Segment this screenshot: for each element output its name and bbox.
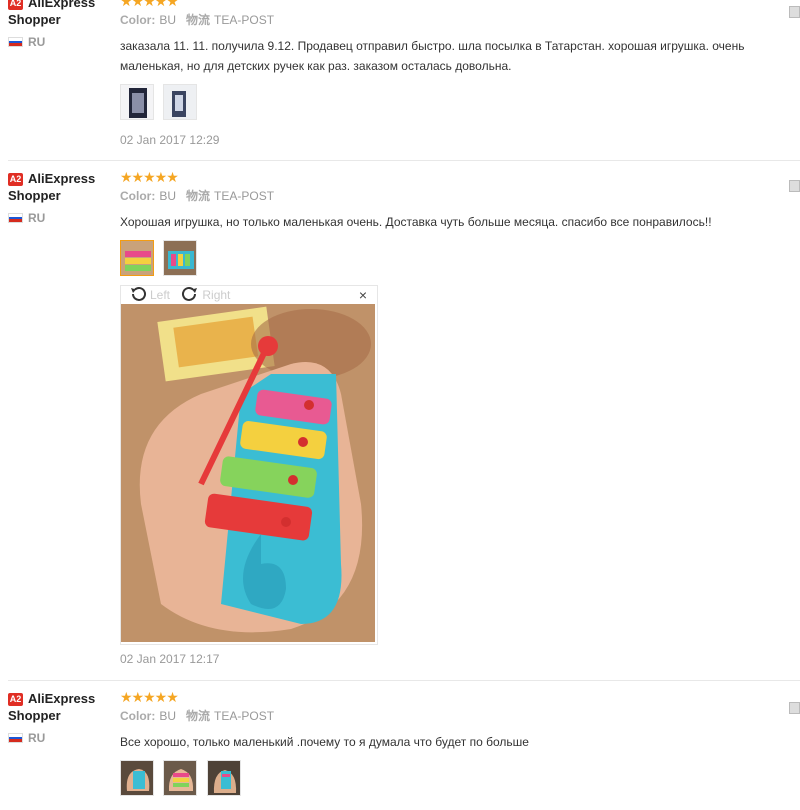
color-label: Color:: [120, 709, 156, 723]
review-photo-thumbnail[interactable]: [120, 760, 154, 796]
shipping-label: 物流: [186, 13, 211, 27]
russia-flag-icon: [8, 37, 23, 47]
shipping-label: 物流: [186, 189, 211, 203]
review-meta: Color: BU 物流 TEA-POST: [120, 13, 770, 28]
review-photo-thumbnail[interactable]: [120, 84, 154, 120]
review-text: заказала 11. 11. получила 9.12. Продавец…: [120, 39, 745, 73]
rotate-right-button[interactable]: Right: [181, 286, 230, 304]
country-label: RU: [8, 731, 113, 745]
photo-viewer-toolbar: Left Right ×: [121, 286, 377, 304]
rotate-left-button[interactable]: Left: [129, 286, 170, 304]
review-photo-thumbnail[interactable]: [206, 760, 241, 796]
review-text: Хорошая игрушка, но только маленькая оче…: [120, 215, 712, 229]
russia-flag-icon: [8, 213, 23, 223]
review-item: A2 AliExpress Shopper RU ★★★★★ Color: BU 物流…: [0, 170, 800, 680]
level-badge: A2: [8, 173, 23, 186]
level-badge: A2: [8, 693, 23, 706]
review-photos: [120, 240, 770, 278]
review-item: A2 AliExpress Shopper RU ★★★★★ Color: BU 物流…: [0, 0, 800, 160]
report-flag-icon[interactable]: [789, 180, 800, 192]
color-label: Color:: [120, 189, 156, 203]
review-photos: [120, 84, 770, 122]
review-photo-large: [121, 304, 375, 642]
review-photo-thumbnail[interactable]: [163, 760, 198, 796]
level-badge: A2: [8, 0, 23, 10]
rotate-left-icon: [131, 286, 146, 301]
review-photo-thumbnail[interactable]: [163, 240, 198, 276]
shipping-value: TEA-POST: [214, 189, 275, 203]
review-divider: [8, 160, 800, 161]
color-value: BU: [159, 13, 176, 27]
review-author: A2 AliExpress Shopper RU: [8, 170, 113, 225]
review-text: Все хорошо, только маленький .почему то …: [120, 735, 529, 749]
report-flag-icon[interactable]: [789, 6, 800, 18]
color-label: Color:: [120, 13, 156, 27]
review-date: 02 Jan 2017 12:17: [120, 652, 220, 666]
color-value: BU: [159, 189, 176, 203]
close-icon[interactable]: ×: [359, 286, 367, 304]
star-rating: ★★★★★: [120, 689, 179, 705]
review-author: A2 AliExpress Shopper RU: [8, 0, 113, 49]
review-divider: [8, 680, 800, 681]
review-content: ★★★★★ Color: BU 物流 TEA-POST Хорошая игрушка…: [120, 169, 770, 666]
review-meta: Color: BU 物流 TEA-POST: [120, 189, 770, 204]
review-author: A2 AliExpress Shopper RU: [8, 690, 113, 745]
shipping-value: TEA-POST: [214, 13, 275, 27]
russia-flag-icon: [8, 733, 23, 743]
review-content: ★★★★★ Color: BU 物流 TEA-POST заказала 11. 11…: [120, 0, 770, 147]
review-photo-thumbnail[interactable]: [163, 84, 198, 120]
photo-viewer: Left Right ×: [120, 285, 378, 645]
color-value: BU: [159, 709, 176, 723]
shipping-value: TEA-POST: [214, 709, 275, 723]
country-label: RU: [8, 211, 113, 225]
review-meta: Color: BU 物流 TEA-POST: [120, 709, 770, 724]
report-flag-icon[interactable]: [789, 702, 800, 714]
rotate-right-icon: [182, 286, 198, 301]
star-rating: ★★★★★: [120, 0, 179, 9]
review-date: 02 Jan 2017 12:29: [120, 133, 220, 147]
review-item: A2 AliExpress Shopper RU ★★★★★ Color: BU 物流…: [0, 690, 800, 810]
review-photo-thumbnail-selected[interactable]: [120, 240, 154, 276]
country-label: RU: [8, 35, 113, 49]
star-rating: ★★★★★: [120, 169, 179, 185]
shipping-label: 物流: [186, 709, 211, 723]
review-content: ★★★★★ Color: BU 物流 TEA-POST Все хорошо, тол…: [120, 690, 770, 798]
review-photos: [120, 760, 770, 798]
